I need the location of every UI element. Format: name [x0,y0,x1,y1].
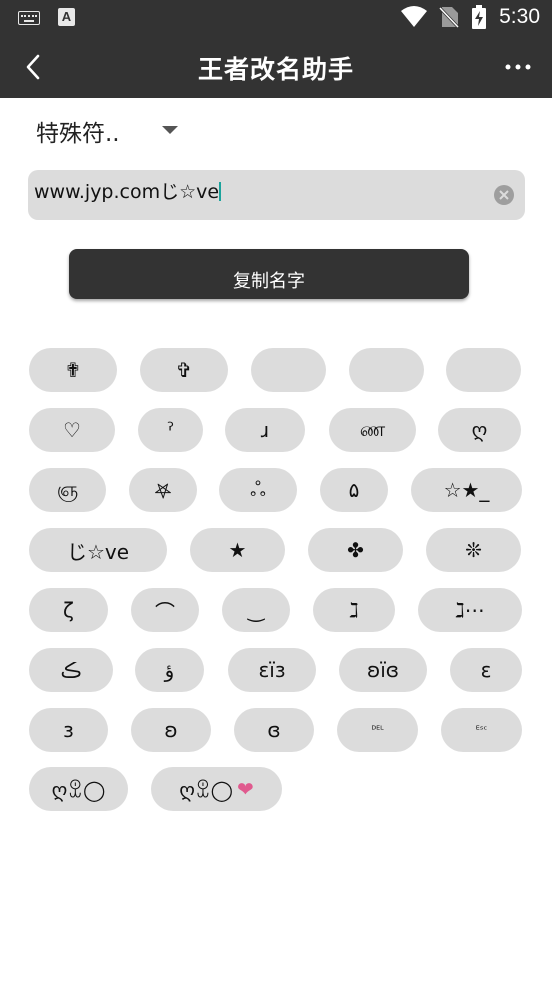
symbol-chip[interactable]: ڪ [29,648,113,692]
symbol-chip[interactable]: ண [329,408,416,452]
symbol-chip[interactable]: ℷ⋯ [418,588,522,632]
symbol-chip-text: ღꀾ◯ [179,778,233,802]
name-input-value: www.jyp.comじ☆ve [34,181,220,203]
symbol-chip[interactable]: ɛïɜ [228,648,316,692]
symbol-chip[interactable]: ღ [438,408,521,452]
text-cursor [219,182,222,201]
symbol-chip[interactable] [446,348,521,392]
symbol-chip[interactable]: ᴱˢᶜ [441,708,522,752]
symbol-chip[interactable]: ℷ [313,588,395,632]
symbol-chip[interactable]: ☆★_ [411,468,522,512]
close-icon [499,190,509,200]
symbol-chip[interactable]: ۵ [320,468,388,512]
a-letter-icon: A [58,8,75,26]
page-title: 王者改名助手 [197,55,354,84]
symbol-chip[interactable]: ᴰᴱᴸ [337,708,418,752]
symbol-chip[interactable]: ✟ [29,348,117,392]
symbol-chip[interactable]: ღꀾ◯ [29,767,128,811]
symbol-chip[interactable]: ♡ [29,408,115,452]
symbol-chip[interactable]: ˀ [138,408,203,452]
keyboard-icon [18,11,40,25]
more-options-button[interactable] [504,56,532,78]
battery-charging-icon [472,5,487,29]
symbol-chip[interactable] [251,348,326,392]
symbol-chip[interactable]: ؤ [135,648,204,692]
wifi-icon [401,6,428,27]
category-selected-label: 特殊符.. [36,121,120,147]
app-bar: 王者改名助手 [0,36,552,98]
symbol-chip[interactable]: ⌒ [131,588,199,632]
copy-name-button[interactable]: 复制名字 [69,249,469,299]
symbol-chip[interactable]: ஞ [29,468,106,512]
symbol-chip[interactable]: ʚ [131,708,211,752]
symbol-chip[interactable]: ζ [29,588,108,632]
clock: 5:30 [499,5,540,28]
more-horizontal-dots-icon [505,64,531,70]
symbol-chip[interactable] [349,348,424,392]
dropdown-triangle-icon [162,126,178,134]
status-bar: A 5:30 [0,0,552,36]
symbol-chip-with-heart[interactable]: ღꀾ◯ ❤ [151,767,282,811]
symbol-chip[interactable]: ✞ [140,348,228,392]
category-dropdown[interactable]: 特殊符.. [36,114,178,148]
symbol-chip[interactable]: ɹ [225,408,305,452]
symbol-chip[interactable]: з [29,708,108,752]
symbol-chip[interactable]: ✤ [308,528,403,572]
copy-name-button-label: 复制名字 [233,271,305,292]
symbol-chip[interactable]: 𖤐 [129,468,197,512]
symbol-chip[interactable]: じ☆ve [29,528,167,572]
name-input-field[interactable]: www.jyp.comじ☆ve [28,170,525,220]
symbol-chip[interactable]: ★ [190,528,285,572]
no-sim-icon [439,6,460,28]
symbol-chip[interactable]: ❊ [426,528,521,572]
symbol-chip[interactable]: ʚïɞ [339,648,427,692]
symbol-chip[interactable]: ɞ [234,708,314,752]
symbol-chip[interactable]: ε [450,648,522,692]
clear-input-button[interactable] [494,185,514,205]
symbol-chip[interactable]: ‿ [222,588,290,632]
symbol-chip[interactable]: ஃ [219,468,297,512]
heart-icon: ❤ [236,777,254,801]
